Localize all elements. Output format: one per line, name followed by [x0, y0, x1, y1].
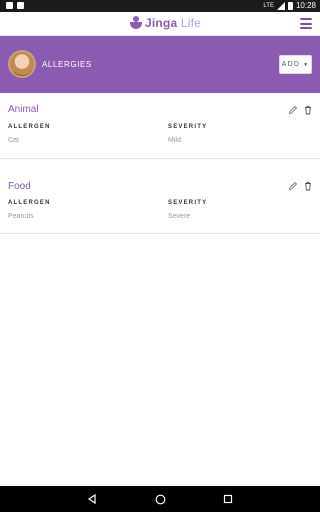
allergen-label: ALLERGEN [8, 124, 51, 130]
allergen-label: ALLERGEN [8, 200, 51, 206]
page-title: ALLERGIES [42, 60, 92, 69]
app-bar: Jinga Life [0, 12, 320, 36]
hamburger-menu-icon[interactable] [300, 18, 312, 29]
logo-text: Jinga Life [145, 16, 201, 30]
severity-label: SEVERITY [168, 200, 208, 206]
recents-icon[interactable] [222, 493, 234, 505]
logo-secondary-text: Life [180, 16, 202, 30]
edit-icon[interactable] [288, 181, 298, 191]
severity-value: Severe [168, 213, 191, 220]
delete-icon[interactable] [303, 105, 313, 115]
notification-icon [17, 2, 24, 9]
allergy-section-animal: Animal ALLERGEN SEVERITY Cat Mild [0, 93, 320, 159]
allergy-section-food: Food ALLERGEN SEVERITY Peanuts Severe [0, 170, 320, 234]
battery-icon [287, 2, 293, 10]
notification-icon [6, 2, 13, 9]
notification-icons [6, 2, 24, 9]
delete-icon[interactable] [303, 181, 313, 191]
section-title: Food [8, 181, 31, 192]
avatar[interactable] [8, 50, 36, 78]
severity-label: SEVERITY [168, 124, 208, 130]
clock-time: 10:28 [295, 1, 316, 10]
app-logo: Jinga Life [130, 16, 201, 30]
dropdown-caret-icon: ▼ [303, 61, 310, 68]
add-button[interactable]: ADD ▼ [279, 55, 312, 74]
status-bar: LTE 10:28 [0, 0, 320, 12]
network-type: LTE [263, 3, 274, 9]
signal-icon [276, 2, 285, 10]
back-icon[interactable] [86, 493, 98, 505]
system-navigation-bar [0, 486, 320, 512]
home-icon[interactable] [154, 493, 166, 505]
severity-value: Mild [168, 137, 181, 144]
allergen-value: Cat [8, 137, 19, 144]
status-indicators: LTE 10:28 [263, 1, 316, 11]
section-title: Animal [8, 104, 39, 115]
allergies-header: ALLERGIES [0, 36, 320, 93]
logo-primary-text: Jinga [145, 16, 178, 30]
edit-icon[interactable] [288, 105, 298, 115]
logo-mark-icon [130, 16, 142, 30]
add-button-label: ADD [281, 61, 301, 68]
allergen-value: Peanuts [8, 213, 34, 220]
